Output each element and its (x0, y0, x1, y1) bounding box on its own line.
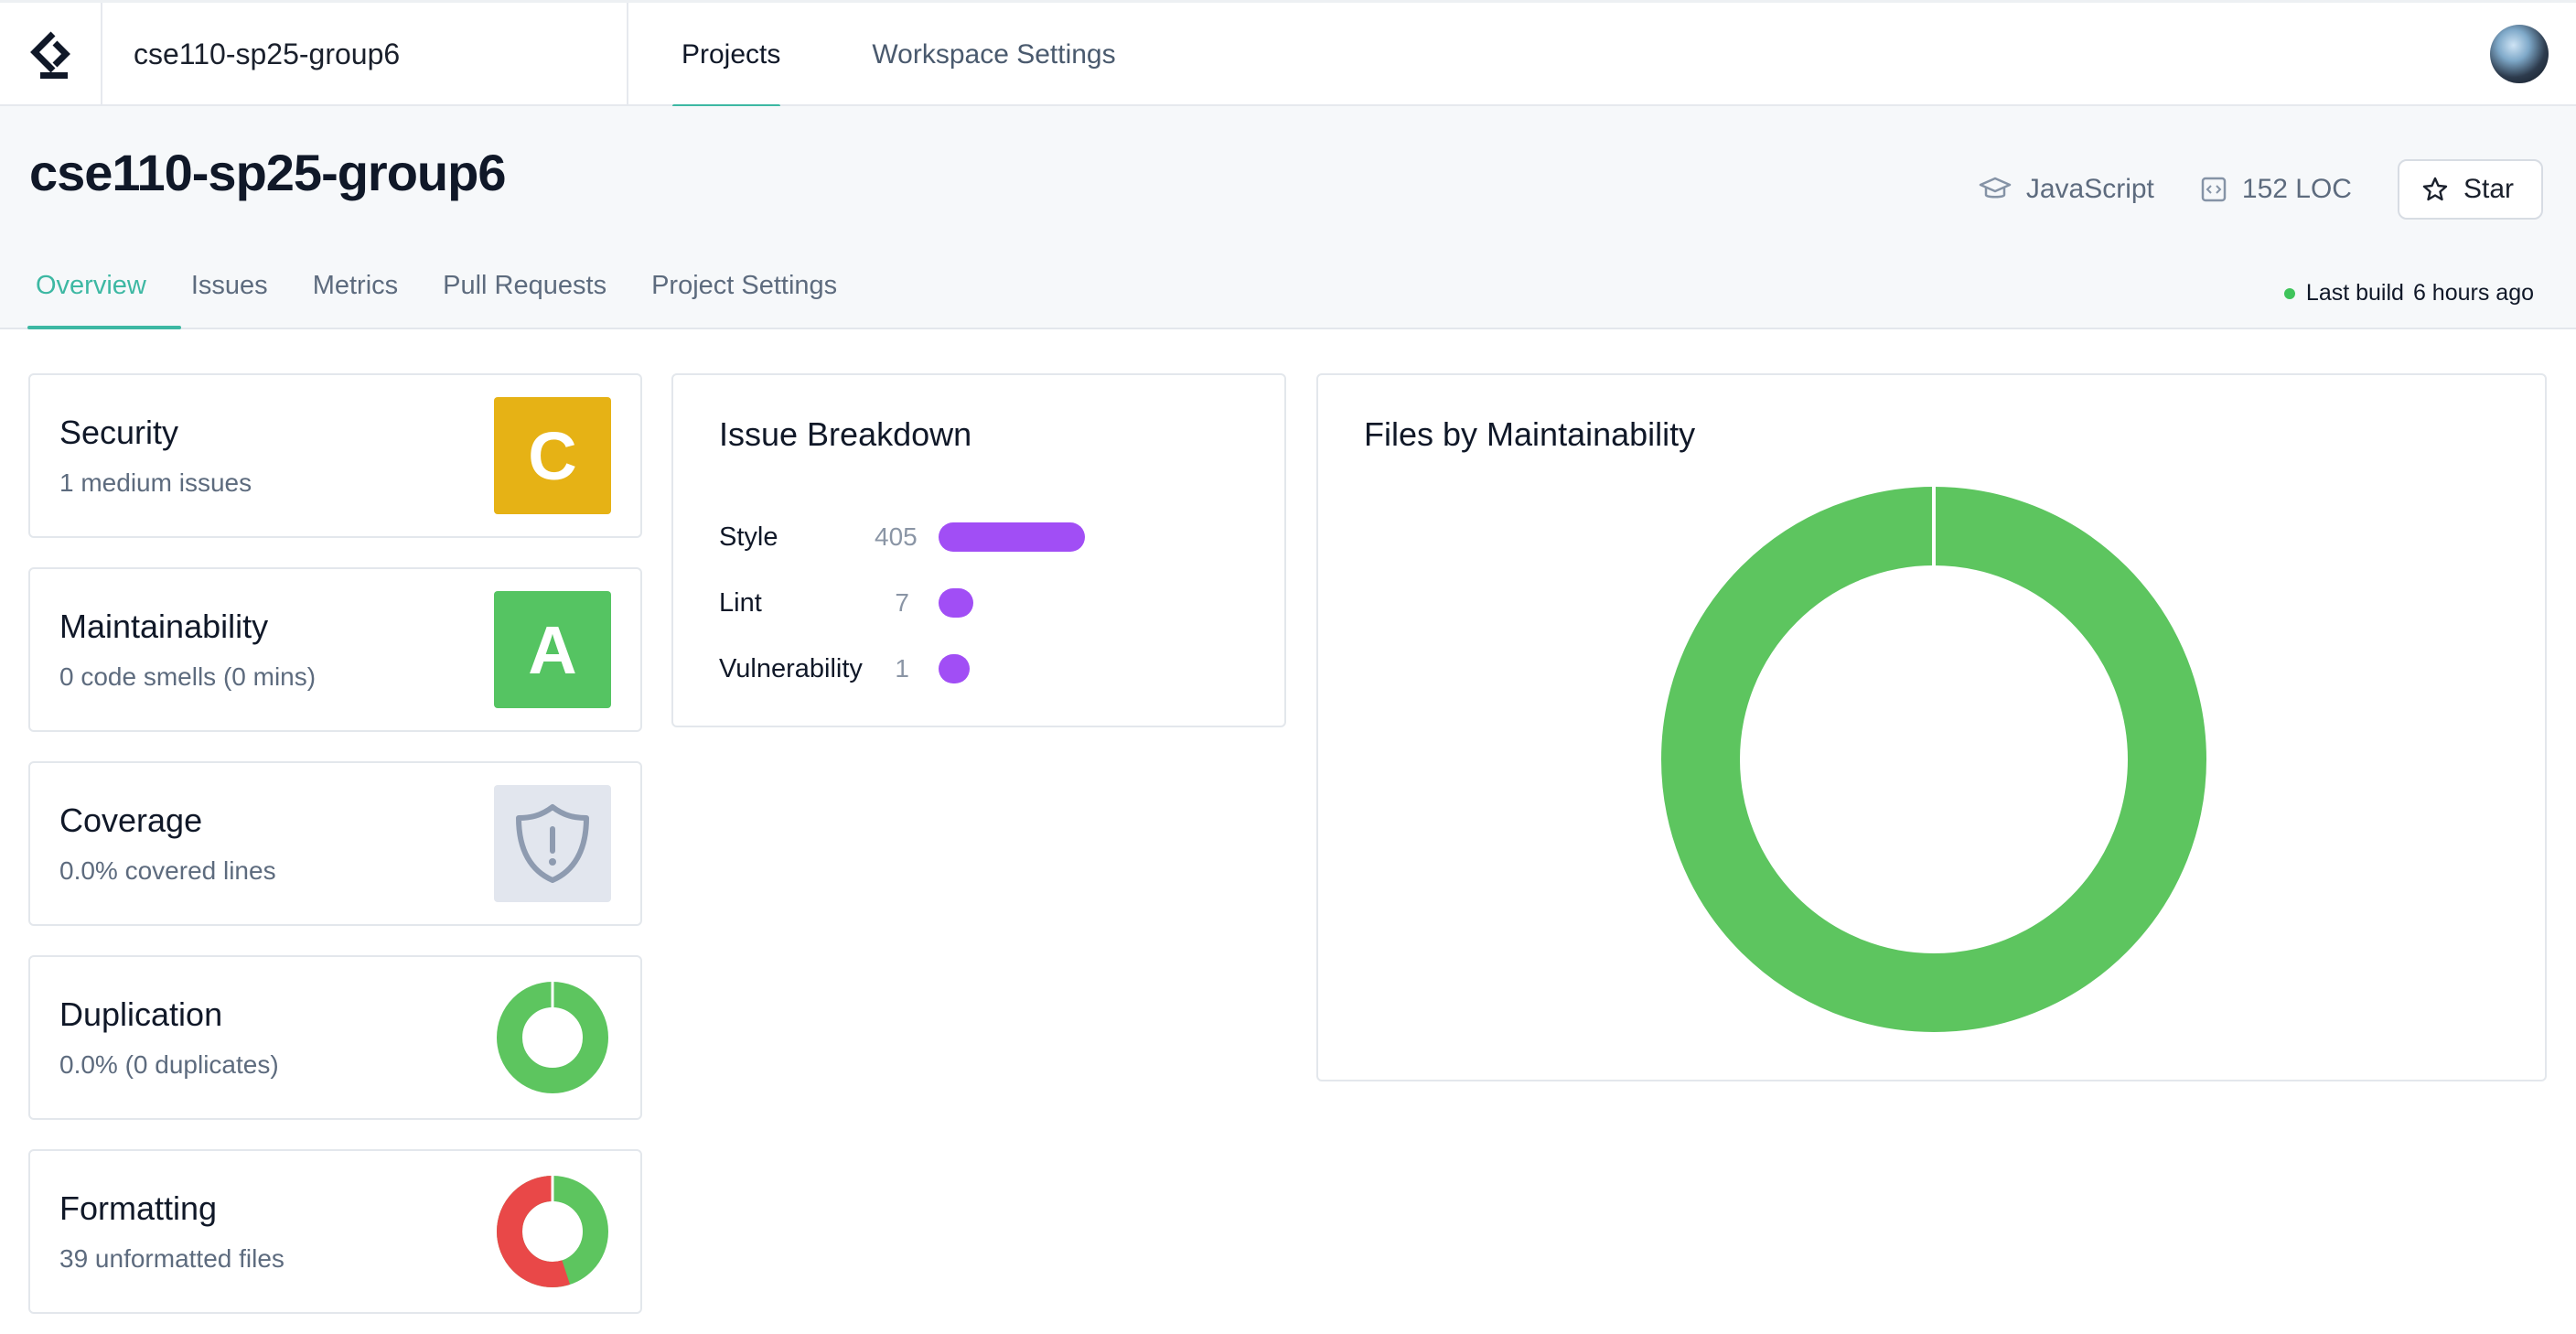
breakdown-count: 1 (895, 654, 909, 683)
star-icon (2422, 177, 2448, 201)
page-title: cse110-sp25-group6 (29, 144, 506, 201)
metric-name: Security (59, 414, 179, 451)
avatar[interactable] (2490, 25, 2549, 83)
breakdown-row-vulnerability[interactable]: Vulnerability 1 (719, 651, 1268, 687)
status-dot-icon (2283, 287, 2295, 299)
coverage-badge (494, 785, 611, 902)
metric-detail: 0 code smells (0 mins) (59, 662, 317, 691)
logo[interactable] (0, 3, 102, 106)
shield-alert-icon (516, 804, 589, 883)
breakdown-label: Lint (719, 587, 762, 618)
issue-breakdown-card: Issue Breakdown Style 405 Lint 7 Vulnera… (671, 373, 1286, 727)
loc-label: 152 LOC (2241, 174, 2352, 204)
formatting-card[interactable]: Formatting 39 unformatted files (28, 1149, 642, 1314)
duplication-ring (497, 981, 608, 1093)
security-card[interactable]: Security 1 medium issues C (28, 373, 642, 538)
tab-issues[interactable]: Issues (183, 243, 305, 328)
breakdown-count: 7 (895, 588, 909, 617)
last-build-status: Last build 6 hours ago (2283, 280, 2534, 307)
metric-detail: 39 unformatted files (59, 1244, 284, 1273)
language-meta: JavaScript (1979, 174, 2154, 205)
top-bar: cse110-sp25-group6 Projects Workspace Se… (0, 0, 2576, 108)
breakdown-label: Vulnerability (719, 653, 863, 683)
maintainability-donut (1661, 485, 2206, 1032)
breakdown-bar-lint (939, 588, 973, 618)
breakdown-label: Style (719, 522, 778, 552)
card-title: Files by Maintainability (1364, 415, 1696, 453)
maintainability-card[interactable]: Maintainability 0 code smells (0 mins) A (28, 567, 642, 732)
project-meta: JavaScript 152 LOC Star (1979, 159, 2543, 220)
tab-pull-requests[interactable]: Pull Requests (435, 243, 643, 328)
last-build-time: 6 hours ago (2412, 280, 2534, 306)
grade-badge: C (494, 397, 611, 514)
star-label: Star (2463, 174, 2514, 204)
metric-name: Duplication (59, 995, 223, 1033)
tab-project-settings[interactable]: Project Settings (643, 243, 874, 328)
metric-detail: 0.0% (0 duplicates) (59, 1050, 279, 1079)
workspace-name[interactable]: cse110-sp25-group6 (102, 3, 628, 106)
breakdown-row-style[interactable]: Style 405 (719, 519, 1268, 555)
project-tabs: Overview Issues Metrics Pull Requests Pr… (27, 243, 874, 329)
last-build-label: Last build (2305, 280, 2404, 306)
duplication-card[interactable]: Duplication 0.0% (0 duplicates) (28, 955, 642, 1120)
project-header: cse110-sp25-group6 JavaScript 152 LOC St… (0, 106, 2576, 329)
grade-badge: A (494, 591, 611, 708)
card-title: Issue Breakdown (719, 415, 972, 453)
tab-metrics[interactable]: Metrics (305, 243, 435, 328)
top-nav: Projects Workspace Settings (631, 3, 1157, 108)
metric-name: Maintainability (59, 608, 269, 645)
language-label: JavaScript (2025, 174, 2154, 204)
breakdown-bar-vulnerability (939, 654, 970, 683)
metric-detail: 1 medium issues (59, 468, 252, 497)
nav-workspace-settings[interactable]: Workspace Settings (821, 3, 1156, 106)
logo-icon (30, 31, 70, 79)
metric-name: Formatting (59, 1189, 218, 1227)
breakdown-count: 405 (875, 522, 918, 551)
formatting-ring (497, 1175, 608, 1287)
star-button[interactable]: Star (2397, 159, 2543, 220)
breakdown-bar-style (939, 522, 1085, 552)
nav-projects[interactable]: Projects (631, 3, 821, 108)
tab-overview[interactable]: Overview (27, 243, 183, 329)
breakdown-row-lint[interactable]: Lint 7 (719, 585, 1268, 621)
workspace-name-label: cse110-sp25-group6 (134, 38, 401, 70)
loc-meta: 152 LOC (2200, 174, 2352, 205)
metric-detail: 0.0% covered lines (59, 856, 276, 885)
files-by-maintainability-card: Files by Maintainability (1316, 373, 2547, 1081)
code-file-icon (2201, 177, 2227, 202)
metric-name: Coverage (59, 801, 203, 839)
coverage-card[interactable]: Coverage 0.0% covered lines (28, 761, 642, 926)
donut-slice-a[interactable] (1661, 487, 2206, 1032)
graduation-cap-icon (1979, 177, 2012, 199)
